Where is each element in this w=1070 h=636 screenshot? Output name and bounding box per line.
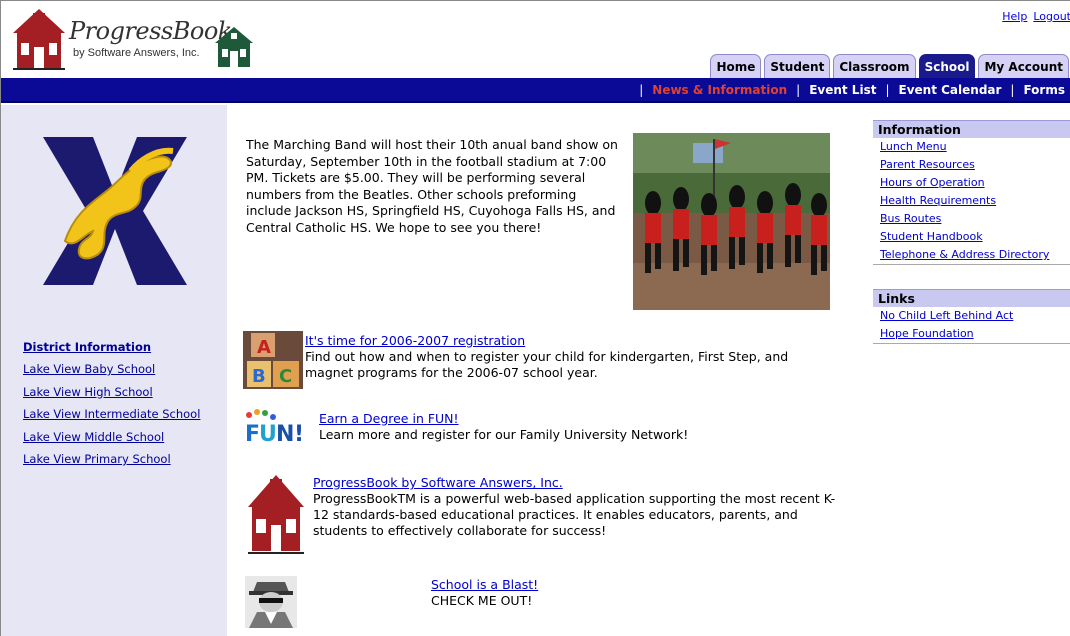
nav-event-calendar[interactable]: Event Calendar [899, 83, 1002, 97]
sub-navigation-bar: | News & Information | Event List | Event Cal… [1, 78, 1070, 103]
news-body: Find out how and when to register your c… [305, 349, 789, 380]
header-links: Help Logout [996, 10, 1070, 23]
news-body: Learn more and register for our Family U… [319, 427, 689, 442]
left-sidebar: District Information Lake View Baby Scho… [1, 105, 227, 636]
mustang-x-logo-icon [43, 137, 187, 285]
nav-separator: | [885, 83, 890, 97]
news-body: ProgressBookTM is a powerful web-based a… [313, 491, 836, 538]
help-link[interactable]: Help [1002, 10, 1027, 23]
info-link-telephone-directory[interactable]: Telephone & Address Directory [873, 246, 1070, 264]
svg-text:N: N [276, 422, 294, 445]
svg-text:F: F [245, 422, 260, 445]
schoolhouse-logo-icon [13, 9, 65, 70]
sidebar-item-high-school[interactable]: Lake View High School [23, 385, 200, 408]
news-item: ProgressBook by Software Answers, Inc. P… [313, 475, 843, 539]
district-links: District Information Lake View Baby Scho… [23, 340, 200, 475]
tab-student[interactable]: Student [764, 54, 831, 78]
page-frame: ProgressBook by Software Answers, Inc. H… [0, 0, 1070, 636]
schoolhouse-icon [248, 475, 304, 554]
nav-separator: | [796, 83, 801, 97]
nav-event-list[interactable]: Event List [809, 83, 876, 97]
green-house-icon [215, 27, 253, 67]
news-body: CHECK ME OUT! [431, 593, 533, 608]
nav-separator: | [639, 83, 644, 97]
fun-icon: F U N ! [245, 409, 303, 445]
news-title-link[interactable]: It's time for 2006-2007 registration [305, 333, 525, 348]
svg-text:C: C [279, 366, 292, 387]
info-link-lunch-menu[interactable]: Lunch Menu [873, 138, 1070, 156]
tab-home[interactable]: Home [710, 54, 762, 78]
abc-blocks-icon: A B C [243, 331, 303, 389]
news-title-link[interactable]: School is a Blast! [431, 577, 538, 592]
sub-navigation-links: | News & Information | Event List | Event Cal… [630, 83, 1065, 97]
nav-forms[interactable]: Forms [1023, 83, 1065, 97]
svg-text:!: ! [294, 422, 303, 445]
sidebar-item-intermediate-school[interactable]: Lake View Intermediate School [23, 407, 200, 430]
tab-school[interactable]: School [918, 54, 976, 78]
information-panel: Information Lunch Menu Parent Resources … [873, 120, 1070, 265]
info-link-hours-of-operation[interactable]: Hours of Operation [873, 174, 1070, 192]
header: ProgressBook by Software Answers, Inc. H… [1, 1, 1070, 79]
info-link-health-requirements[interactable]: Health Requirements [873, 192, 1070, 210]
info-link-student-handbook[interactable]: Student Handbook [873, 228, 1070, 246]
info-link-parent-resources[interactable]: Parent Resources [873, 156, 1070, 174]
logout-link[interactable]: Logout [1033, 10, 1070, 23]
links-panel: Links No Child Left Behind Act Hope Foun… [873, 289, 1070, 344]
announcement-text: The Marching Band will host their 10th a… [246, 137, 618, 235]
sidebar-item-middle-school[interactable]: Lake View Middle School [23, 430, 200, 453]
district-information-link[interactable]: District Information [23, 340, 200, 362]
tab-classroom[interactable]: Classroom [833, 54, 916, 78]
nav-news-information[interactable]: News & Information [652, 83, 787, 97]
news-item: Earn a Degree in FUN! Learn more and reg… [319, 411, 839, 443]
link-hope-foundation[interactable]: Hope Foundation [873, 325, 1070, 343]
main-tabs: Home Student Classroom School My Account [710, 54, 1069, 78]
information-panel-title: Information [873, 120, 1070, 138]
progressbook-logo[interactable]: ProgressBook by Software Answers, Inc. [9, 7, 261, 73]
links-panel-title: Links [873, 289, 1070, 307]
logo-subtitle: by Software Answers, Inc. [73, 47, 200, 59]
marching-band-photo [633, 133, 830, 310]
news-title-link[interactable]: Earn a Degree in FUN! [319, 411, 459, 426]
spy-icon [245, 576, 297, 628]
nav-separator: | [1010, 83, 1015, 97]
info-link-bus-routes[interactable]: Bus Routes [873, 210, 1070, 228]
logo-title: ProgressBook [69, 17, 232, 45]
tab-my-account[interactable]: My Account [978, 54, 1069, 78]
news-item: School is a Blast! CHECK ME OUT! [431, 577, 731, 609]
news-item: It's time for 2006-2007 registration Fin… [305, 333, 835, 381]
svg-text:U: U [259, 422, 277, 445]
link-no-child-left-behind[interactable]: No Child Left Behind Act [873, 307, 1070, 325]
svg-text:B: B [252, 366, 266, 387]
svg-text:A: A [257, 337, 271, 358]
news-title-link[interactable]: ProgressBook by Software Answers, Inc. [313, 475, 563, 490]
sidebar-item-primary-school[interactable]: Lake View Primary School [23, 452, 200, 475]
sidebar-item-baby-school[interactable]: Lake View Baby School [23, 362, 200, 385]
